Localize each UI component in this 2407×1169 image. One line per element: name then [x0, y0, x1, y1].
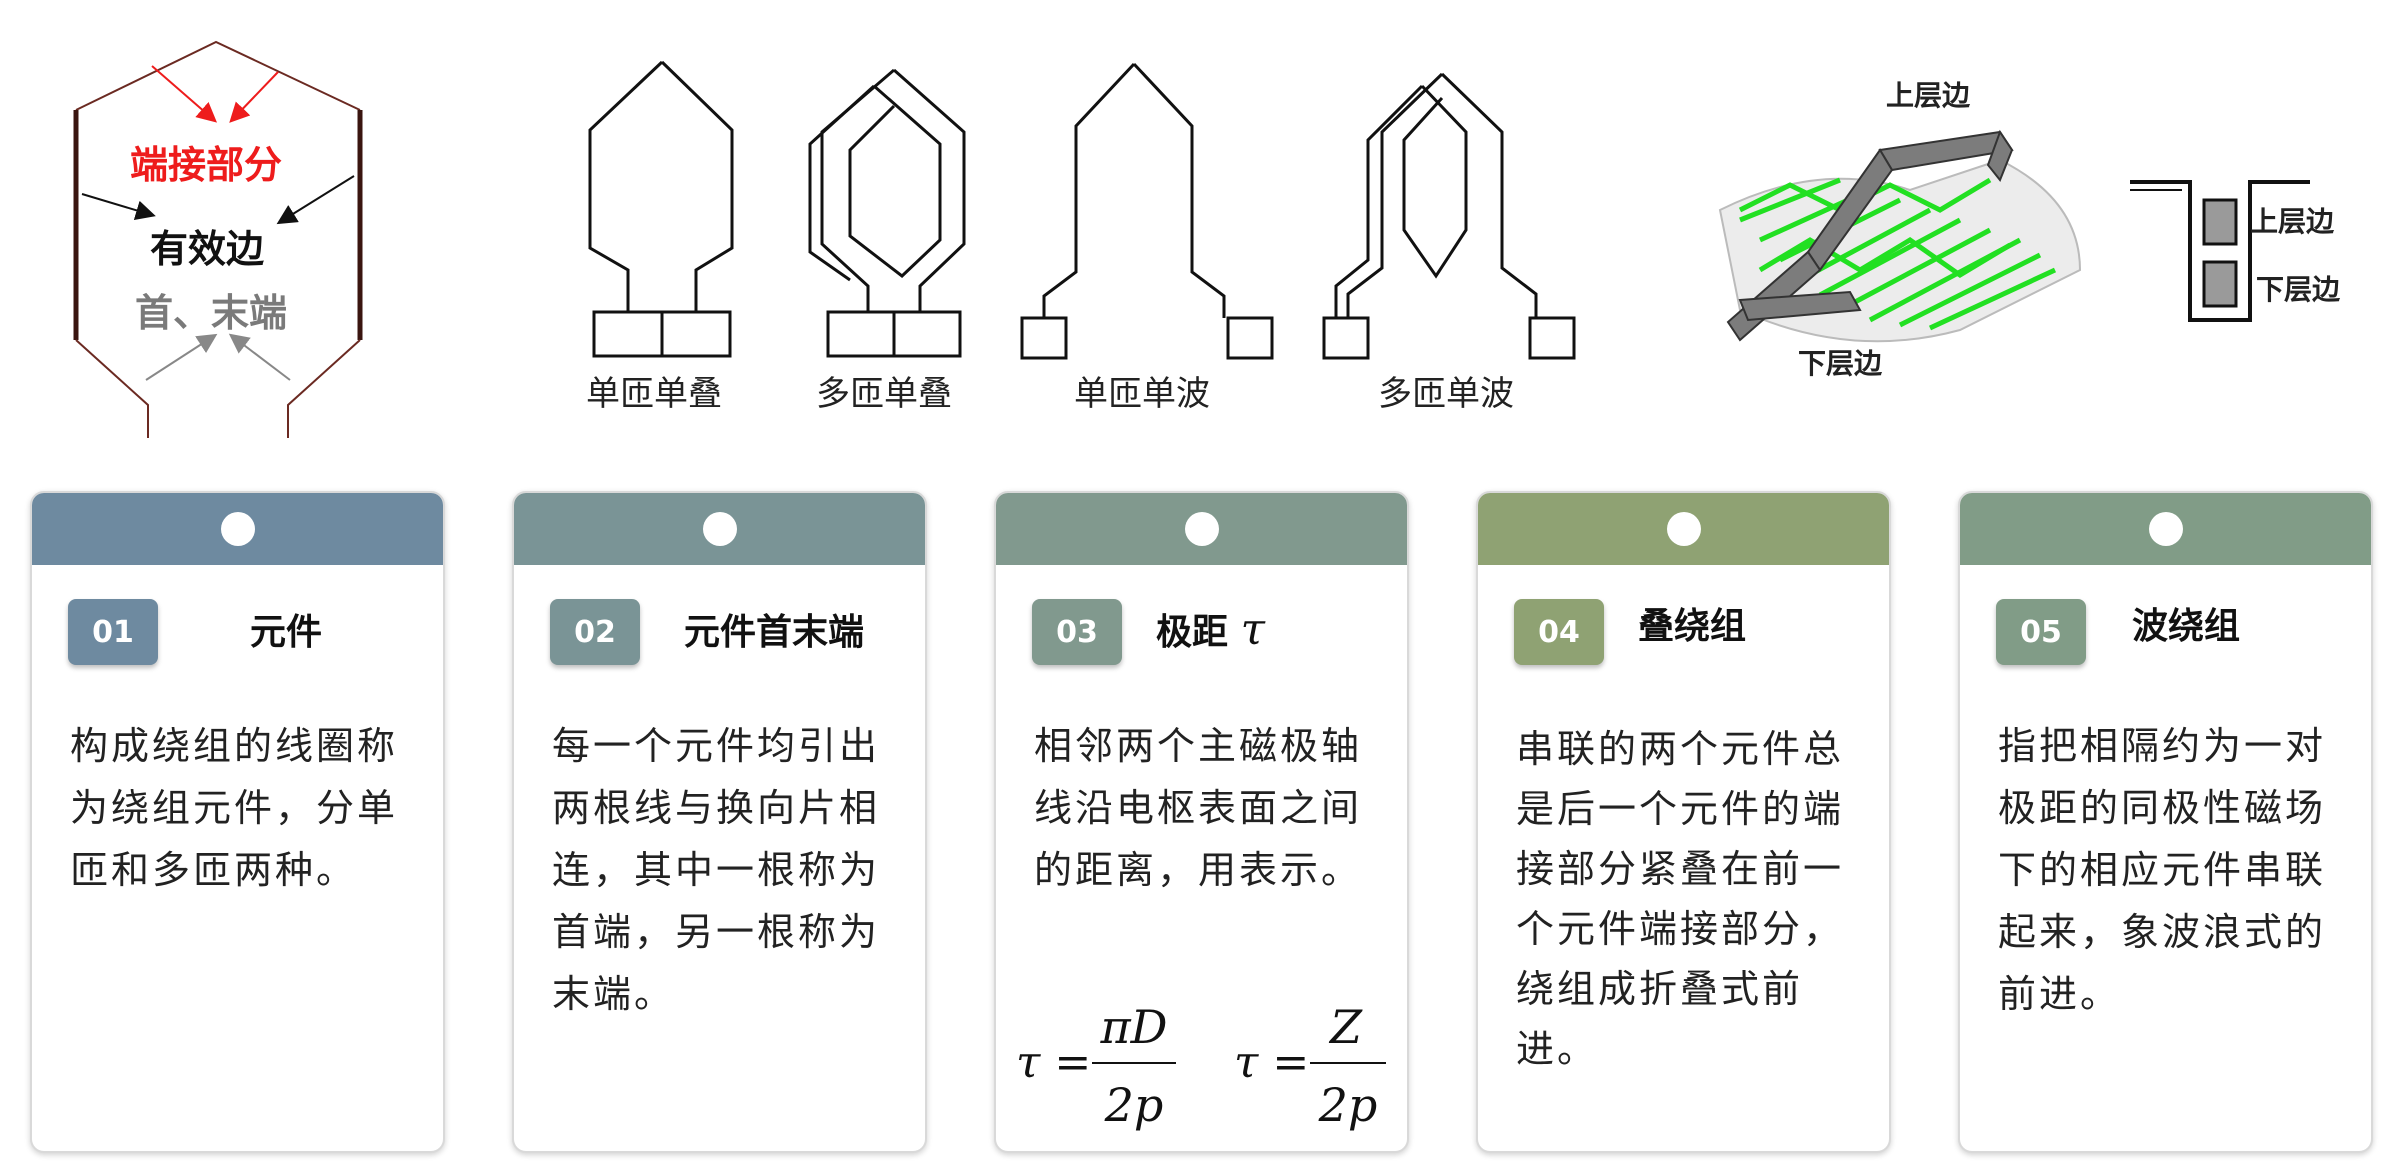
- slot-upper-conductor: [2202, 198, 2238, 246]
- pole-pitch-formulas: τ = πD 2p τ = Z 2p: [1016, 1000, 1386, 1132]
- card-number-badge: 02: [550, 599, 640, 665]
- arrow-end-part-left: [151, 65, 218, 123]
- label-multi-turn-lap: 多匝单叠: [816, 374, 952, 414]
- card-header: [996, 493, 1407, 565]
- card-element-ends: 02 元件首末端 每一个元件均引出两根线与换向片相连，其中一根称为首端，另一根称…: [512, 491, 927, 1153]
- card-title-text: 极距: [1156, 612, 1229, 653]
- label-single-turn-lap: 单匝单叠: [586, 374, 722, 414]
- card-body: 构成绕组的线圈称为绕组元件，分单匝和多匝两种。: [70, 724, 399, 892]
- arrow-end-part-right: [229, 71, 279, 123]
- header-dot: [220, 512, 255, 546]
- arrow-ends-right: [228, 333, 291, 381]
- label-lower-side: 下层边: [1798, 347, 1883, 380]
- formula2-num: Z: [1328, 1000, 1363, 1054]
- label-multi-turn-wave: 多匝单波: [1378, 374, 1514, 414]
- card-title: 元件首末端: [684, 612, 865, 653]
- card-title: 元件: [250, 612, 323, 653]
- header-dot: [1666, 512, 1701, 546]
- card-wave-winding: 05 波绕组 指把相隔约为一对极距的同极性磁场下的相应元件串联起来，象波浪式的前…: [1958, 491, 2373, 1153]
- card-body: 每一个元件均引出两根线与换向片相连，其中一根称为首端，另一根称为末端。: [552, 724, 881, 1016]
- winding-types-diagram: 单匝单叠 多匝单叠 单匝单波 多匝单波: [560, 40, 1590, 420]
- formula1-lhs: τ =: [1016, 1037, 1091, 1088]
- label-single-turn-wave: 单匝单波: [1074, 374, 1210, 414]
- card-header: [514, 493, 925, 565]
- coil-bottom-left: [75, 339, 149, 438]
- header-dot: [2148, 512, 2183, 546]
- header-dot: [1184, 512, 1219, 546]
- card-number-badge: 03: [1032, 599, 1122, 665]
- slot-lower-conductor: [2202, 260, 2238, 308]
- card-body: 相邻两个主磁极轴线沿电枢表面之间的距离，用表示。: [1034, 724, 1363, 892]
- card-body: 指把相隔约为一对极距的同极性磁场下的相应元件串联起来，象波浪式的前进。: [1998, 724, 2327, 1016]
- coil-structure-diagram: 端接部分 有效边 首、末端: [0, 0, 380, 460]
- slot-svg: [2130, 180, 2310, 322]
- label-upper-side: 上层边: [1886, 79, 1971, 112]
- card-title: 波绕组: [2132, 606, 2241, 647]
- card-title: 极距 τ: [1156, 603, 1265, 655]
- single-turn-wave-figure: [1020, 62, 1274, 360]
- slot-label-upper: 上层边: [2250, 205, 2335, 238]
- card-body: 串联的两个元件总是后一个元件的端接部分紧叠在前一个元件端接部分，绕组成折叠式前进…: [1516, 727, 1845, 1071]
- arrow-effective-right: [276, 175, 355, 225]
- formula2-den: 2p: [1318, 1078, 1378, 1132]
- arrow-ends-left: [145, 333, 218, 381]
- label-end-part: 端接部分: [130, 143, 283, 187]
- label-effective-side: 有效边: [150, 227, 265, 271]
- slot-label-lower: 下层边: [2256, 273, 2341, 306]
- card-header: [1478, 493, 1889, 565]
- layer-3d-diagram: 上层边 下层边: [1700, 70, 2100, 400]
- card-number-badge: 05: [1996, 599, 2086, 665]
- card-number-badge: 04: [1514, 599, 1604, 665]
- coil-bottom-right: [287, 339, 361, 438]
- tau-symbol: τ: [1240, 604, 1265, 655]
- winding-types-svg: [588, 60, 1576, 360]
- card-pole-pitch: 03 极距 τ 相邻两个主磁极轴线沿电枢表面之间的距离，用表示。 τ = πD …: [994, 491, 1409, 1153]
- formula2-lhs: τ =: [1234, 1037, 1309, 1088]
- single-turn-lap-figure: [588, 60, 734, 358]
- formula1-num: πD: [1099, 1000, 1167, 1054]
- coil-outline: [75, 40, 361, 111]
- multi-turn-lap-figure: [808, 68, 966, 358]
- card-element: 01 元件 构成绕组的线圈称为绕组元件，分单匝和多匝两种。: [30, 491, 445, 1153]
- card-number-badge: 01: [68, 599, 158, 665]
- card-title: 叠绕组: [1638, 606, 1747, 647]
- layer-3d-svg: [1718, 129, 2082, 343]
- slot-cross-section: 上层边 下层边: [2120, 160, 2380, 340]
- multi-turn-wave-figure: [1322, 72, 1576, 360]
- card-header: [32, 493, 443, 565]
- arrow-effective-left: [81, 193, 156, 220]
- header-dot: [702, 512, 737, 546]
- formula1-den: 2p: [1104, 1078, 1164, 1132]
- card-header: [1960, 493, 2371, 565]
- card-lap-winding: 04 叠绕组 串联的两个元件总是后一个元件的端接部分紧叠在前一个元件端接部分，绕…: [1476, 491, 1891, 1153]
- label-ends: 首、末端: [135, 291, 288, 335]
